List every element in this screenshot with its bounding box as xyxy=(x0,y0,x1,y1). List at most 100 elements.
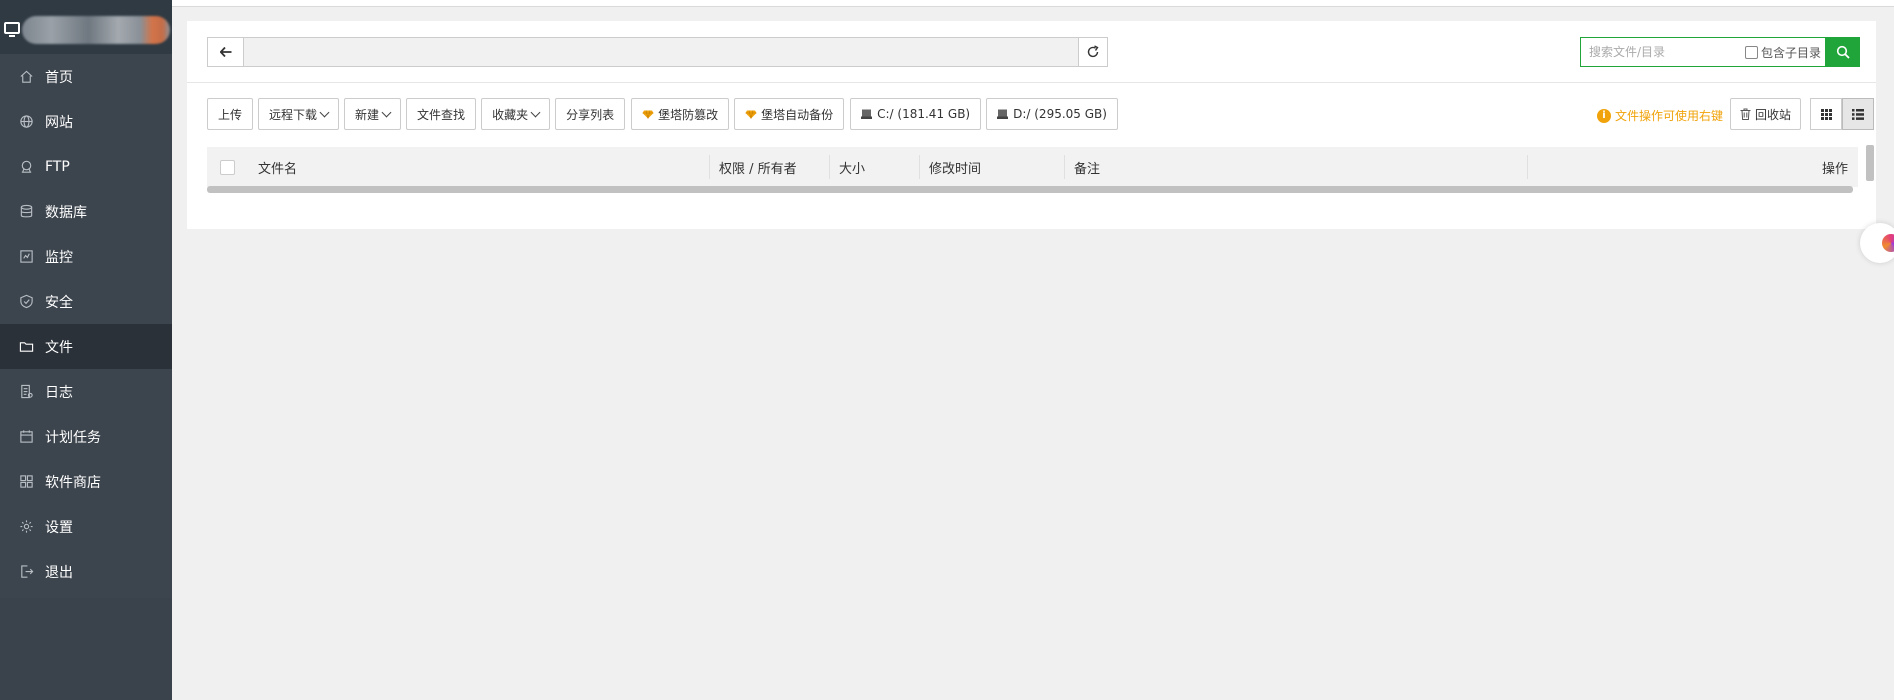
refresh-icon xyxy=(1087,45,1099,58)
drive-c-label: C:/ (181.41 GB) xyxy=(877,107,971,121)
search-icon xyxy=(1836,45,1850,59)
back-button[interactable] xyxy=(207,37,244,67)
include-subdir-label: 包含子目录 xyxy=(1760,45,1821,60)
grid-view-button[interactable] xyxy=(1810,98,1842,130)
horizontal-scrollbar[interactable] xyxy=(207,186,1853,193)
chevron-down-icon xyxy=(319,107,330,117)
drive-c-button[interactable]: C:/ (181.41 GB) xyxy=(850,98,982,130)
sidebar-item-label: 监控 xyxy=(45,249,73,266)
path-bar xyxy=(207,37,1108,67)
home-icon xyxy=(19,69,34,84)
arrow-left-icon xyxy=(219,47,231,57)
database-icon xyxy=(19,204,34,219)
sidebar-item-home[interactable]: 首页 xyxy=(0,54,172,99)
column-divider xyxy=(829,155,830,179)
vertical-scrollbar[interactable] xyxy=(1866,145,1874,181)
column-size-label: 大小 xyxy=(839,161,866,177)
column-header-name[interactable]: 文件名 xyxy=(258,147,297,187)
column-header-note: 备注 xyxy=(1074,147,1100,187)
upload-button[interactable]: 上传 xyxy=(207,98,254,130)
column-divider xyxy=(919,155,920,179)
brain-icon xyxy=(1882,234,1894,252)
file-search-label: 文件查找 xyxy=(417,107,466,122)
file-search-button[interactable]: 文件查找 xyxy=(406,98,477,130)
sidebar-item-store[interactable]: 软件商店 xyxy=(0,459,172,504)
right-click-tip: i 文件操作可使用右键 xyxy=(1597,107,1723,124)
auto-backup-button[interactable]: 堡塔自动备份 xyxy=(734,98,845,130)
calendar-icon xyxy=(19,429,34,444)
shield-icon xyxy=(19,294,34,309)
grid-view-icon xyxy=(1820,108,1832,120)
favorites-label: 收藏夹 xyxy=(492,107,529,122)
column-header-size[interactable]: 大小 xyxy=(839,147,865,187)
include-subdir-checkbox[interactable]: 包含子目录 xyxy=(1744,44,1821,61)
trash-icon xyxy=(1740,108,1751,120)
sidebar-item-label: 退出 xyxy=(45,564,73,581)
column-divider xyxy=(1064,155,1065,179)
column-divider xyxy=(1527,155,1528,179)
column-header-mtime[interactable]: 修改时间 xyxy=(929,147,981,187)
drive-d-label: D:/ (295.05 GB) xyxy=(1013,107,1107,121)
folder-icon xyxy=(19,339,34,354)
path-input[interactable] xyxy=(244,37,1078,67)
tamper-protect-label: 堡塔防篡改 xyxy=(658,107,719,122)
file-table-header: 文件名 权限 / 所有者 大小 修改时间 备注 操作 xyxy=(207,147,1858,187)
search-input[interactable] xyxy=(1589,45,1745,59)
new-label: 新建 xyxy=(355,107,380,122)
sidebar-item-label: 计划任务 xyxy=(45,429,101,446)
checkbox-icon xyxy=(1744,45,1758,59)
tip-text: 文件操作可使用右键 xyxy=(1615,109,1724,123)
select-all-checkbox[interactable] xyxy=(220,160,235,175)
sidebar-item-label: 日志 xyxy=(45,384,73,401)
ftp-icon xyxy=(19,159,34,174)
sidebar-item-label: 安全 xyxy=(45,294,73,311)
refresh-button[interactable] xyxy=(1078,37,1108,67)
sidebar-item-cron[interactable]: 计划任务 xyxy=(0,414,172,459)
logout-icon xyxy=(19,564,34,579)
sidebar-item-website[interactable]: 网站 xyxy=(0,99,172,144)
drive-d-button[interactable]: D:/ (295.05 GB) xyxy=(986,98,1118,130)
favorites-button[interactable]: 收藏夹 xyxy=(481,98,551,130)
column-header-ops: 操作 xyxy=(1822,147,1848,187)
ai-assistant-button[interactable] xyxy=(1860,223,1894,263)
hard-drive-icon xyxy=(997,109,1009,119)
list-view-button[interactable] xyxy=(1842,98,1874,130)
sidebar-item-label: 网站 xyxy=(45,114,73,131)
sidebar-item-label: 首页 xyxy=(45,69,73,86)
remote-download-label: 远程下载 xyxy=(269,107,318,122)
column-divider xyxy=(709,155,710,179)
view-toggle xyxy=(1810,98,1874,130)
new-button[interactable]: 新建 xyxy=(344,98,402,130)
sidebar-item-label: 设置 xyxy=(45,519,73,536)
list-view-icon xyxy=(1852,108,1864,120)
column-mtime-label: 修改时间 xyxy=(929,161,982,177)
file-manager-panel: 包含子目录 上传 远程下载 新建 文件查找 收藏夹 分享列表 堡塔防篡改 堡塔自… xyxy=(187,21,1876,229)
search-field-wrap: 包含子目录 xyxy=(1580,37,1826,67)
remote-download-button[interactable]: 远程下载 xyxy=(258,98,340,130)
tamper-protect-button[interactable]: 堡塔防篡改 xyxy=(631,98,730,130)
divider xyxy=(187,82,1876,83)
column-permission-label: 权限 / 所有者 xyxy=(719,161,797,177)
chevron-down-icon xyxy=(530,107,541,117)
sidebar-item-logout[interactable]: 退出 xyxy=(0,549,172,594)
sidebar-footer xyxy=(0,598,172,700)
search-button[interactable] xyxy=(1826,37,1860,67)
column-ops-label: 操作 xyxy=(1821,161,1848,177)
file-toolbar: 上传 远程下载 新建 文件查找 收藏夹 分享列表 堡塔防篡改 堡塔自动备份 C:… xyxy=(207,98,1123,130)
column-name-label: 文件名 xyxy=(258,161,298,177)
share-list-button[interactable]: 分享列表 xyxy=(555,98,626,130)
sidebar-item-logs[interactable]: 日志 xyxy=(0,369,172,414)
recycle-bin-button[interactable]: 回收站 xyxy=(1730,98,1802,130)
sidebar-item-label: 数据库 xyxy=(45,204,87,221)
top-strip xyxy=(172,0,1894,7)
sidebar-item-files[interactable]: 文件 xyxy=(0,324,172,369)
sidebar-item-security[interactable]: 安全 xyxy=(0,279,172,324)
file-search-box: 包含子目录 xyxy=(1580,37,1860,67)
sidebar-item-ftp[interactable]: FTP xyxy=(0,144,172,189)
column-header-permission[interactable]: 权限 / 所有者 xyxy=(719,147,797,187)
upload-label: 上传 xyxy=(218,107,243,122)
sidebar-item-settings[interactable]: 设置 xyxy=(0,504,172,549)
sidebar-item-monitor[interactable]: 监控 xyxy=(0,234,172,279)
sidebar-item-database[interactable]: 数据库 xyxy=(0,189,172,234)
grid-icon xyxy=(19,474,34,489)
